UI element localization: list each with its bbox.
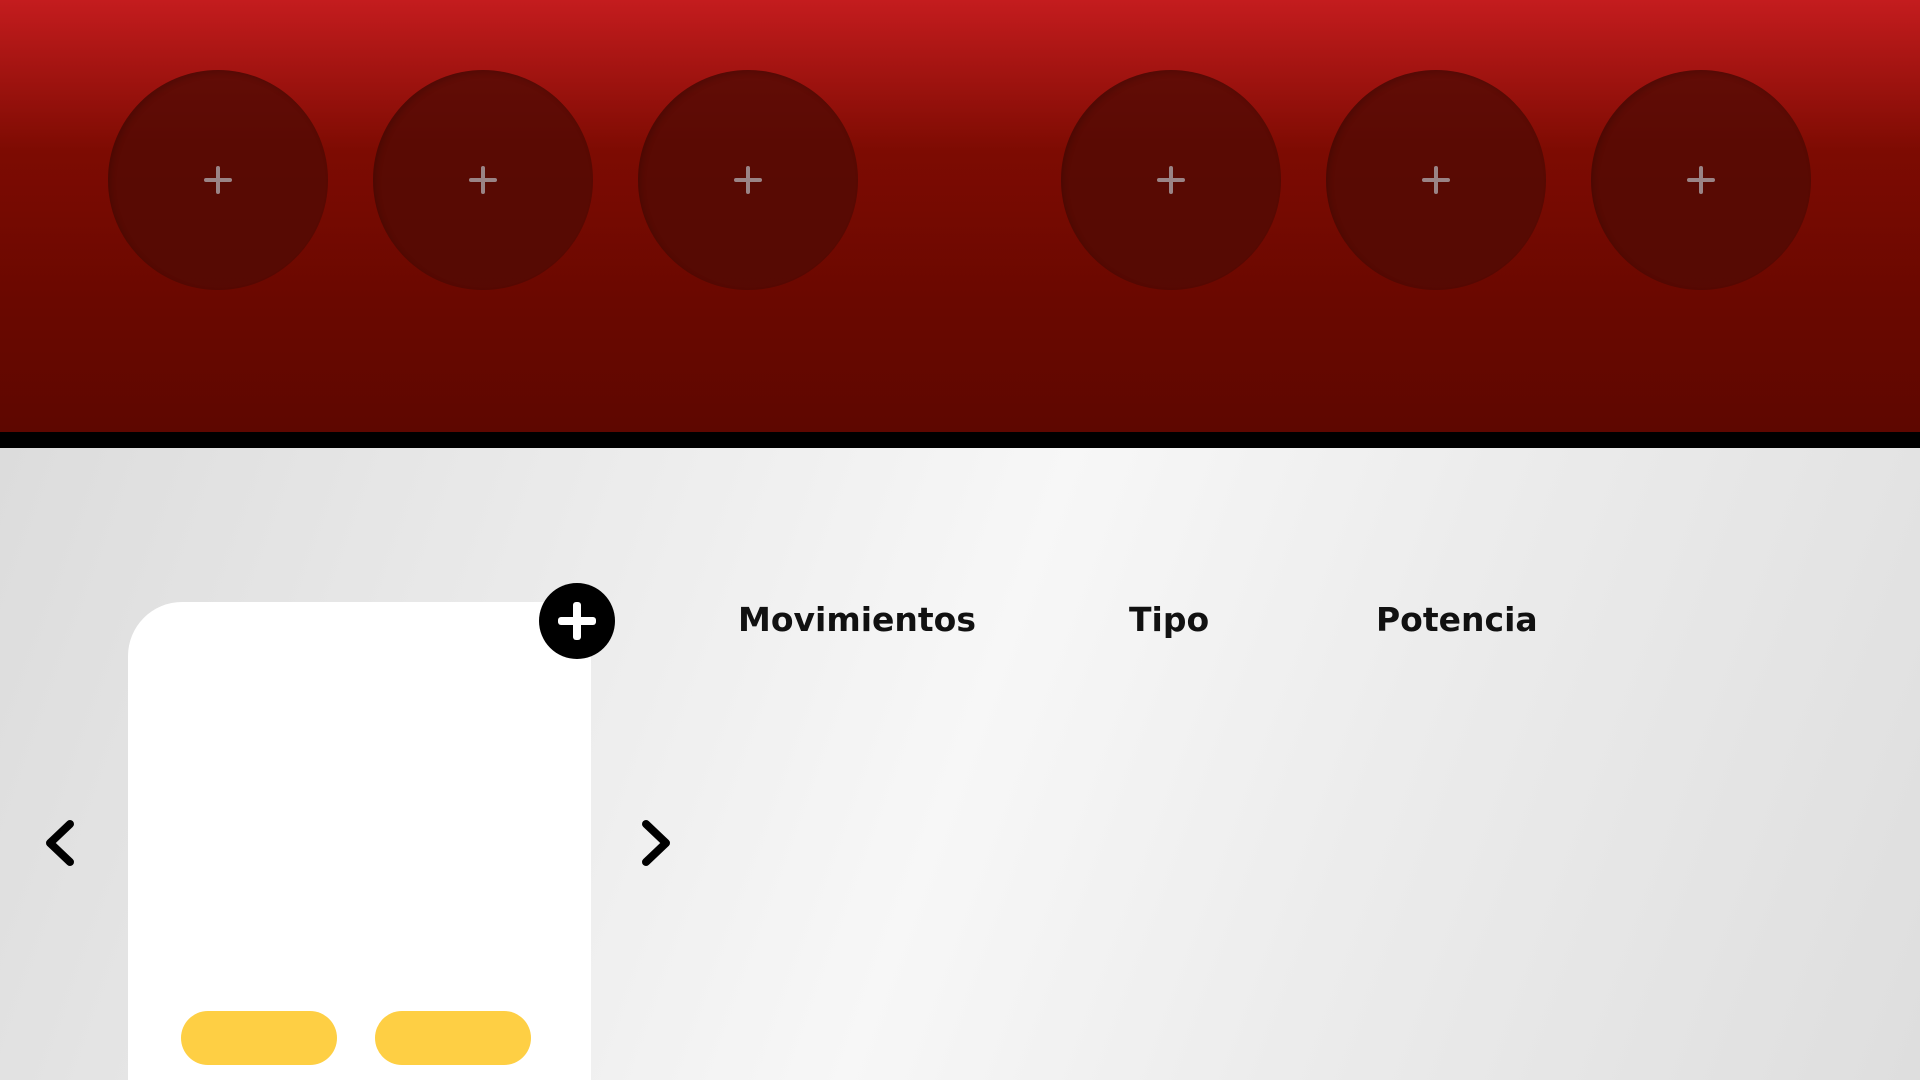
column-header-type: Tipo (1129, 600, 1210, 639)
team-slot-5[interactable] (1326, 70, 1546, 290)
chevron-left-icon[interactable] (40, 818, 88, 868)
plus-icon (1687, 166, 1715, 194)
team-slot-4[interactable] (1061, 70, 1281, 290)
plus-icon (1422, 166, 1450, 194)
plus-icon (734, 166, 762, 194)
plus-icon (1157, 166, 1185, 194)
team-slot-6[interactable] (1591, 70, 1811, 290)
type-pill-1[interactable] (181, 1011, 337, 1065)
team-slot-3[interactable] (638, 70, 858, 290)
team-panel (0, 0, 1920, 432)
type-pill-2[interactable] (375, 1011, 531, 1065)
plus-icon (204, 166, 232, 194)
chevron-right-icon[interactable] (632, 818, 680, 868)
column-header-power: Potencia (1376, 600, 1538, 639)
app-root: Movimientos Tipo Potencia (0, 0, 1920, 1080)
panel-divider (0, 432, 1920, 448)
plus-icon (469, 166, 497, 194)
column-header-moves: Movimientos (738, 600, 976, 639)
team-slot-1[interactable] (108, 70, 328, 290)
team-slot-2[interactable] (373, 70, 593, 290)
pokemon-card (128, 602, 591, 1080)
add-to-team-button[interactable] (539, 583, 615, 659)
